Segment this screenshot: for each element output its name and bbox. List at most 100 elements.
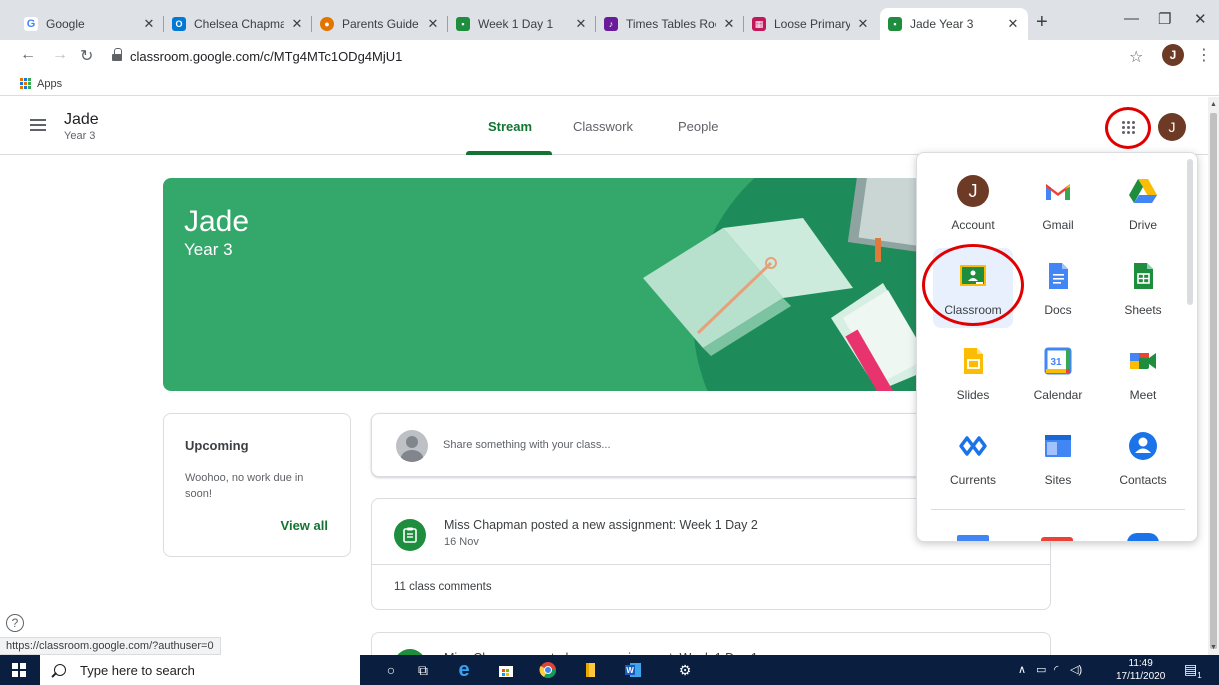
upcoming-title: Upcoming — [185, 438, 249, 453]
class-name[interactable]: Jade — [64, 111, 99, 129]
scroll-up-arrow-icon[interactable]: ▲ — [1210, 101, 1217, 108]
tab-outlook[interactable]: O Chelsea Chapman ✕ — [164, 8, 312, 40]
main-menu-icon[interactable] — [30, 119, 46, 134]
tab-title: Jade Year 3 — [910, 17, 974, 31]
chrome-menu-icon[interactable]: ⋮ — [1196, 45, 1212, 65]
partial-app-icon[interactable] — [1127, 533, 1159, 541]
tray-chevron-up-icon[interactable]: ∧ — [1018, 663, 1026, 676]
app-sheets[interactable]: Sheets — [1103, 248, 1183, 328]
classroom-icon: ▪ — [456, 17, 470, 31]
tab-times-tables[interactable]: ♪ Times Tables Rock ✕ — [596, 8, 744, 40]
tab-strip: G Google ✕ O Chelsea Chapman ✕ ● Parents… — [0, 0, 1219, 40]
task-view-icon[interactable]: ⧉ — [414, 661, 432, 679]
clock-time: 11:49 — [1128, 658, 1153, 669]
bookmark-apps[interactable]: Apps — [37, 78, 62, 90]
scroll-down-arrow-icon[interactable]: ▼ — [1210, 644, 1217, 651]
app-slides[interactable]: Slides — [933, 333, 1013, 413]
tab-google[interactable]: G Google ✕ — [16, 8, 164, 40]
app-docs[interactable]: Docs — [1018, 248, 1098, 328]
apps-grid-icon[interactable] — [20, 78, 31, 89]
app-meet[interactable]: Meet — [1103, 333, 1183, 413]
lock-icon[interactable] — [112, 48, 122, 61]
app-label: Meet — [1129, 388, 1157, 402]
slides-icon — [957, 345, 989, 377]
app-account[interactable]: J Account — [933, 163, 1013, 243]
file-explorer-icon[interactable] — [582, 661, 600, 679]
tab-classwork[interactable]: Classwork — [573, 119, 633, 134]
address-url[interactable]: classroom.google.com/c/MTg4MTc1ODg4MjU1 — [130, 49, 402, 64]
chrome-icon[interactable] — [539, 661, 557, 679]
google-icon: G — [24, 17, 38, 31]
help-icon[interactable]: ? — [6, 614, 24, 632]
page-scrollbar[interactable]: ▲ ▼ — [1208, 97, 1219, 655]
banner-class-title[interactable]: Jade — [184, 205, 249, 239]
tab-week1-day1[interactable]: ▪ Week 1 Day 1 ✕ — [448, 8, 596, 40]
close-icon[interactable]: ✕ — [1006, 16, 1020, 32]
account-avatar[interactable]: J — [1158, 113, 1186, 141]
app-currents[interactable]: Currents — [933, 418, 1013, 498]
store-icon[interactable] — [497, 661, 515, 679]
reload-icon[interactable]: ↻ — [80, 46, 93, 66]
app-calendar[interactable]: 31 Calendar — [1018, 333, 1098, 413]
app-label: Drive — [1128, 218, 1157, 232]
tab-people[interactable]: People — [678, 119, 718, 134]
cortana-icon[interactable]: ○ — [382, 661, 400, 679]
window-close-icon[interactable]: ✕ — [1194, 10, 1207, 28]
tab-loose-primary[interactable]: ▦ Loose Primary Sch ✕ — [744, 8, 878, 40]
notifications-icon[interactable]: ▤1 — [1184, 661, 1202, 680]
volume-icon[interactable]: ◁) — [1070, 663, 1082, 676]
view-all-link[interactable]: View all — [281, 518, 328, 533]
word-icon[interactable]: W — [624, 661, 642, 679]
close-icon[interactable]: ✕ — [142, 16, 156, 32]
upcoming-card: Upcoming Woohoo, no work due in soon! Vi… — [163, 413, 351, 557]
close-icon[interactable]: ✕ — [290, 16, 304, 32]
app-drive[interactable]: Drive — [1103, 163, 1183, 243]
tab-title: Parents Guide to G — [342, 17, 420, 31]
taskbar-search-placeholder[interactable]: Type here to search — [80, 663, 195, 678]
classroom-icon: ▪ — [888, 17, 902, 31]
search-icon — [54, 664, 66, 676]
taskbar-clock[interactable]: 11:49 17/11/2020 — [1116, 657, 1165, 683]
edge-icon[interactable]: e — [455, 659, 473, 681]
app-label: Sheets — [1124, 303, 1162, 317]
divider — [931, 509, 1185, 510]
tab-parents-guide[interactable]: ● Parents Guide to G ✕ — [312, 8, 448, 40]
banner-class-section: Year 3 — [184, 240, 233, 259]
app-sites[interactable]: Sites — [1018, 418, 1098, 498]
back-icon[interactable]: ← — [20, 46, 36, 64]
windows-start-icon[interactable] — [12, 663, 26, 677]
app-label: Contacts — [1119, 473, 1167, 487]
partial-app-icon[interactable] — [957, 535, 989, 541]
minimize-icon[interactable]: — — [1124, 10, 1139, 27]
new-tab-button[interactable]: + — [1036, 12, 1048, 32]
battery-icon[interactable]: ▭ — [1036, 663, 1046, 676]
settings-gear-icon[interactable]: ⚙ — [676, 661, 694, 679]
close-icon[interactable]: ✕ — [426, 16, 440, 32]
share-placeholder[interactable]: Share something with your class... — [443, 439, 611, 451]
taskbar-search-box[interactable]: Type here to search — [40, 655, 360, 685]
tab-jade-year3[interactable]: ▪ Jade Year 3 ✕ — [880, 8, 1028, 40]
app-gmail[interactable]: Gmail — [1018, 163, 1098, 243]
notification-count: 1 — [1197, 670, 1202, 680]
forward-icon[interactable]: → — [52, 46, 68, 64]
clock-date: 17/11/2020 — [1116, 671, 1166, 682]
class-comments-link[interactable]: 11 class comments — [394, 581, 492, 593]
google-apps-panel: J Account Gmail Drive Classroom Docs She… — [916, 152, 1198, 542]
assignment-icon — [394, 519, 426, 551]
panel-scrollbar[interactable] — [1187, 159, 1193, 305]
tab-stream[interactable]: Stream — [488, 119, 532, 134]
scroll-thumb[interactable] — [1210, 113, 1217, 649]
wifi-icon[interactable]: ◜ — [1054, 663, 1058, 676]
app-contacts[interactable]: Contacts — [1103, 418, 1183, 498]
close-icon[interactable]: ✕ — [856, 16, 870, 32]
post-title[interactable]: Miss Chapman posted a new assignment: We… — [444, 518, 758, 532]
close-icon[interactable]: ✕ — [574, 16, 588, 32]
restore-icon[interactable]: ❐ — [1158, 10, 1171, 28]
bookmarks-bar: Apps — [0, 72, 1219, 96]
partial-app-icon[interactable] — [1041, 537, 1073, 541]
close-icon[interactable]: ✕ — [722, 16, 736, 32]
bookmark-star-icon[interactable]: ☆ — [1129, 47, 1143, 67]
browser-profile-avatar[interactable]: J — [1162, 44, 1184, 66]
contacts-icon — [1127, 430, 1159, 462]
address-bar[interactable]: classroom.google.com/c/MTg4MTc1ODg4MjU1 — [112, 43, 1112, 69]
